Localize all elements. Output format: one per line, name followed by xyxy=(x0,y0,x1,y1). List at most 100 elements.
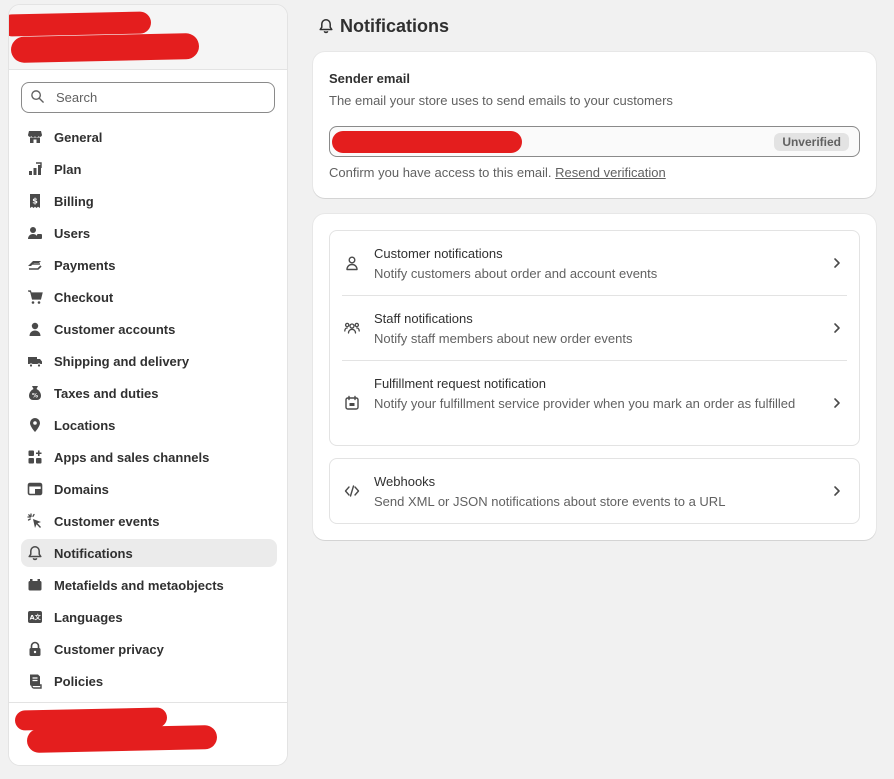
sidebar-item-label: Customer accounts xyxy=(54,321,176,337)
users-icon xyxy=(27,225,43,241)
cart-icon xyxy=(27,289,43,305)
sidebar-item-label: Languages xyxy=(54,609,123,625)
sender-email-card: Sender email The email your store uses t… xyxy=(313,52,876,198)
page-title: Notifications xyxy=(318,14,449,38)
apps-icon xyxy=(27,449,43,465)
sidebar-item-locations[interactable]: Locations xyxy=(21,411,277,439)
sidebar-item-languages[interactable]: A文 Languages xyxy=(21,603,277,631)
sidebar-item-label: Apps and sales channels xyxy=(54,449,210,465)
search-box[interactable] xyxy=(21,82,275,113)
sidebar-item-label: Taxes and duties xyxy=(54,385,159,401)
fulfillment-request-row[interactable]: Fulfillment request notification Notify … xyxy=(330,361,859,445)
redacted-email xyxy=(332,131,522,153)
sidebar-item-users[interactable]: Users xyxy=(21,219,277,247)
row-description: Notify customers about order and account… xyxy=(374,266,658,281)
search-input[interactable] xyxy=(54,89,258,106)
svg-text:文: 文 xyxy=(34,614,42,622)
redacted-user-info-2 xyxy=(26,725,218,753)
page-title-text: Notifications xyxy=(340,15,450,36)
customer-notifications-row[interactable]: Customer notifications Notify customers … xyxy=(330,231,859,295)
chevron-right-icon xyxy=(831,485,843,497)
sidebar-item-label: Policies xyxy=(54,673,104,689)
sidebar-item-label: Shipping and delivery xyxy=(54,353,190,369)
bell-icon xyxy=(318,18,340,34)
webhooks-row[interactable]: Webhooks Send XML or JSON notifications … xyxy=(330,459,859,523)
sidebar-item-label: Checkout xyxy=(54,289,114,305)
sender-email-description: The email your store uses to send emails… xyxy=(329,93,673,108)
policies-icon xyxy=(27,673,43,689)
sidebar-item-metafields[interactable]: Metafields and metaobjects xyxy=(21,571,277,599)
tax-icon: % xyxy=(27,385,43,401)
sidebar-item-label: Billing xyxy=(54,193,94,209)
chevron-right-icon xyxy=(831,397,843,409)
notification-list: Customer notifications Notify customers … xyxy=(329,230,860,446)
sidebar-item-policies[interactable]: Policies xyxy=(21,667,277,695)
sidebar-item-label: Locations xyxy=(54,417,116,433)
sidebar-item-label: Plan xyxy=(54,161,82,177)
sidebar-item-label: Payments xyxy=(54,257,116,273)
confirm-message: Confirm you have access to this email. xyxy=(329,165,552,180)
sidebar-item-payments[interactable]: Payments xyxy=(21,251,277,279)
row-title: Customer notifications xyxy=(374,246,503,261)
sidebar-item-billing[interactable]: $ Billing xyxy=(21,187,277,215)
bell-icon xyxy=(27,545,43,561)
sidebar-item-label: Domains xyxy=(54,481,109,497)
sidebar-item-label: Users xyxy=(54,225,91,241)
webhooks-list: Webhooks Send XML or JSON notifications … xyxy=(329,458,860,524)
sidebar-item-general[interactable]: General xyxy=(21,123,277,151)
search-icon xyxy=(30,89,45,107)
sidebar-item-customer-privacy[interactable]: Customer privacy xyxy=(21,635,277,663)
sidebar-item-label: Notifications xyxy=(54,545,133,561)
row-title: Staff notifications xyxy=(374,311,473,326)
lock-icon xyxy=(27,641,43,657)
person-icon xyxy=(27,321,43,337)
plan-icon xyxy=(27,161,43,177)
row-description: Notify staff members about new order eve… xyxy=(374,331,633,346)
chevron-right-icon xyxy=(831,322,843,334)
status-badge: Unverified xyxy=(774,133,849,151)
sidebar-item-domains[interactable]: Domains xyxy=(21,475,277,503)
user-footer[interactable] xyxy=(9,702,287,765)
sender-email-field[interactable]: Unverified xyxy=(329,126,860,157)
store-header[interactable] xyxy=(9,5,287,70)
sidebar-item-label: Customer events xyxy=(54,513,160,529)
payments-icon xyxy=(27,257,43,273)
sidebar-item-shipping[interactable]: Shipping and delivery xyxy=(21,347,277,375)
domains-icon xyxy=(27,481,43,497)
languages-icon: A文 xyxy=(27,609,43,625)
sidebar-item-apps[interactable]: Apps and sales channels xyxy=(21,443,277,471)
fulfillment-icon xyxy=(344,395,360,411)
sidebar-item-label: General xyxy=(54,129,103,145)
sidebar-item-label: Metafields and metaobjects xyxy=(54,577,224,593)
svg-text:$: $ xyxy=(32,197,38,206)
settings-sidebar: General Plan $ Billing Users Payments Ch… xyxy=(8,4,288,766)
sidebar-item-label: Customer privacy xyxy=(54,641,164,657)
truck-icon xyxy=(27,353,43,369)
team-icon xyxy=(344,320,360,336)
resend-verification-link[interactable]: Resend verification xyxy=(555,165,666,180)
code-icon xyxy=(344,483,360,499)
redacted-store-name xyxy=(9,11,152,37)
sidebar-item-checkout[interactable]: Checkout xyxy=(21,283,277,311)
person-outline-icon xyxy=(344,255,360,271)
redacted-store-name-2 xyxy=(10,33,200,63)
row-description: Send XML or JSON notifications about sto… xyxy=(374,494,726,509)
row-title: Webhooks xyxy=(374,474,436,489)
cursor-click-icon xyxy=(27,513,43,529)
sidebar-item-notifications[interactable]: Notifications xyxy=(21,539,277,567)
confirm-text: Confirm you have access to this email. R… xyxy=(329,165,666,180)
staff-notifications-row[interactable]: Staff notifications Notify staff members… xyxy=(330,296,859,360)
sidebar-item-plan[interactable]: Plan xyxy=(21,155,277,183)
settings-nav: General Plan $ Billing Users Payments Ch… xyxy=(21,123,277,699)
row-description: Notify your fulfillment service provider… xyxy=(374,396,796,411)
metafields-icon xyxy=(27,577,43,593)
notifications-card: Customer notifications Notify customers … xyxy=(313,214,876,540)
sidebar-item-customer-accounts[interactable]: Customer accounts xyxy=(21,315,277,343)
sender-email-title: Sender email xyxy=(329,71,410,86)
store-icon xyxy=(27,129,43,145)
row-title: Fulfillment request notification xyxy=(374,376,546,391)
chevron-right-icon xyxy=(831,257,843,269)
sidebar-item-customer-events[interactable]: Customer events xyxy=(21,507,277,535)
sidebar-item-taxes[interactable]: % Taxes and duties xyxy=(21,379,277,407)
billing-icon: $ xyxy=(27,193,43,209)
